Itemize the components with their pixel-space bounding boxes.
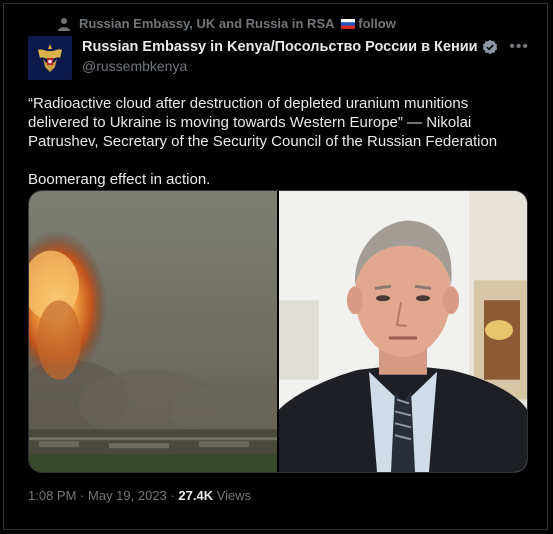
retweeter-name[interactable]: Russian Embassy, UK and Russia in RSA (79, 16, 334, 31)
meta-separator: · (170, 488, 175, 503)
explosion-photo[interactable] (29, 191, 277, 472)
tweet-text: “Radioactive cloud after destruction of … (28, 94, 528, 189)
portrait-photo[interactable] (279, 191, 527, 472)
coat-of-arms-icon (28, 36, 72, 80)
author-handle[interactable]: @russembkenya (82, 58, 187, 74)
social-context[interactable]: Russian Embassy, UK and Russia in RSA fo… (57, 16, 396, 31)
tweet-paragraph: “Radioactive cloud after destruction of … (28, 95, 498, 150)
author-name[interactable]: Russian Embassy in Kenya/Посольство Росс… (82, 39, 478, 55)
russia-flag-icon (340, 19, 355, 29)
tweet-meta: 1:08 PM · May 19, 2023 · 27.4K Views (28, 488, 251, 503)
views-label: Views (216, 488, 252, 503)
avatar[interactable] (28, 36, 72, 80)
tweet-time[interactable]: 1:08 PM (28, 488, 76, 503)
author-name-row[interactable]: Russian Embassy in Kenya/Посольство Росс… (82, 39, 498, 55)
verified-badge-icon (482, 39, 497, 55)
media-grid (28, 190, 528, 473)
views-count[interactable]: 27.4K (178, 488, 213, 503)
meta-separator: · (80, 488, 85, 503)
person-icon (58, 17, 70, 31)
more-options-icon[interactable]: ••• (509, 38, 529, 56)
tweet-paragraph: Boomerang effect in action. (28, 171, 211, 188)
follow-link[interactable]: follow (358, 16, 396, 31)
tweet-date[interactable]: May 19, 2023 (88, 488, 167, 503)
